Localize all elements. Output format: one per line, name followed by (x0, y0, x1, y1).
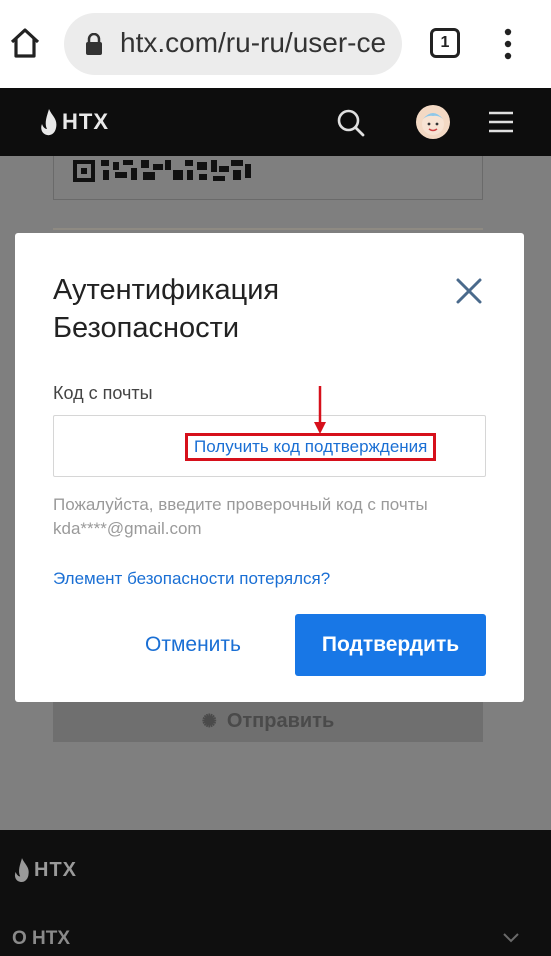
qr-code-image (73, 160, 251, 182)
hint-text: Пожалуйста, введите проверочный код с по… (53, 493, 493, 541)
tabs-count-icon[interactable]: 1 (430, 28, 460, 58)
htx-logo[interactable]: HTX (38, 105, 109, 139)
home-icon[interactable] (8, 26, 42, 60)
footer-about-link[interactable]: О HTX (12, 928, 70, 950)
send-button-label: Отправить (226, 709, 335, 732)
hint-email: kda****@gmail.com (53, 519, 202, 538)
site-footer (0, 830, 551, 956)
confirm-button[interactable]: Подтвердить (295, 614, 486, 676)
footer-logo-text: HTX (34, 858, 77, 881)
close-icon[interactable] (455, 277, 483, 305)
search-icon[interactable] (336, 108, 366, 138)
hint-message: Пожалуйста, введите проверочный код с по… (53, 495, 428, 514)
hamburger-menu-icon[interactable] (487, 110, 515, 134)
cancel-button[interactable]: Отменить (131, 614, 255, 676)
get-code-link[interactable]: Получить код подтверждения (185, 433, 437, 461)
lost-security-link[interactable]: Элемент безопасности потерялся? (53, 569, 330, 589)
avatar-face-icon (422, 113, 444, 135)
flame-icon (41, 109, 57, 136)
dialog-title: Аутентификация Безопасности (53, 271, 453, 347)
more-menu-icon[interactable] (498, 26, 518, 62)
chevron-down-icon[interactable] (502, 932, 520, 944)
dialog-title-line2: Безопасности (53, 312, 240, 344)
footer-logo[interactable]: HTX (12, 856, 77, 884)
lock-icon (86, 33, 102, 55)
browser-toolbar: htx.com/ru-ru/user-ce 1 (0, 0, 551, 88)
address-bar[interactable]: htx.com/ru-ru/user-ce (64, 13, 402, 75)
loading-spinner-icon: ✺ (201, 710, 217, 731)
avatar[interactable] (416, 105, 450, 139)
send-button: ✺ Отправить (53, 700, 483, 742)
url-text: htx.com/ru-ru/user-ce (120, 27, 387, 58)
logo-text: HTX (62, 109, 109, 134)
dialog-title-line1: Аутентификация (53, 274, 280, 306)
security-auth-dialog: Аутентификация Безопасности Код с почты … (15, 233, 524, 702)
red-arrow-annotation (314, 386, 326, 434)
email-code-label: Код с почты (53, 383, 153, 403)
background-divider (53, 228, 483, 230)
flame-icon (14, 858, 29, 882)
